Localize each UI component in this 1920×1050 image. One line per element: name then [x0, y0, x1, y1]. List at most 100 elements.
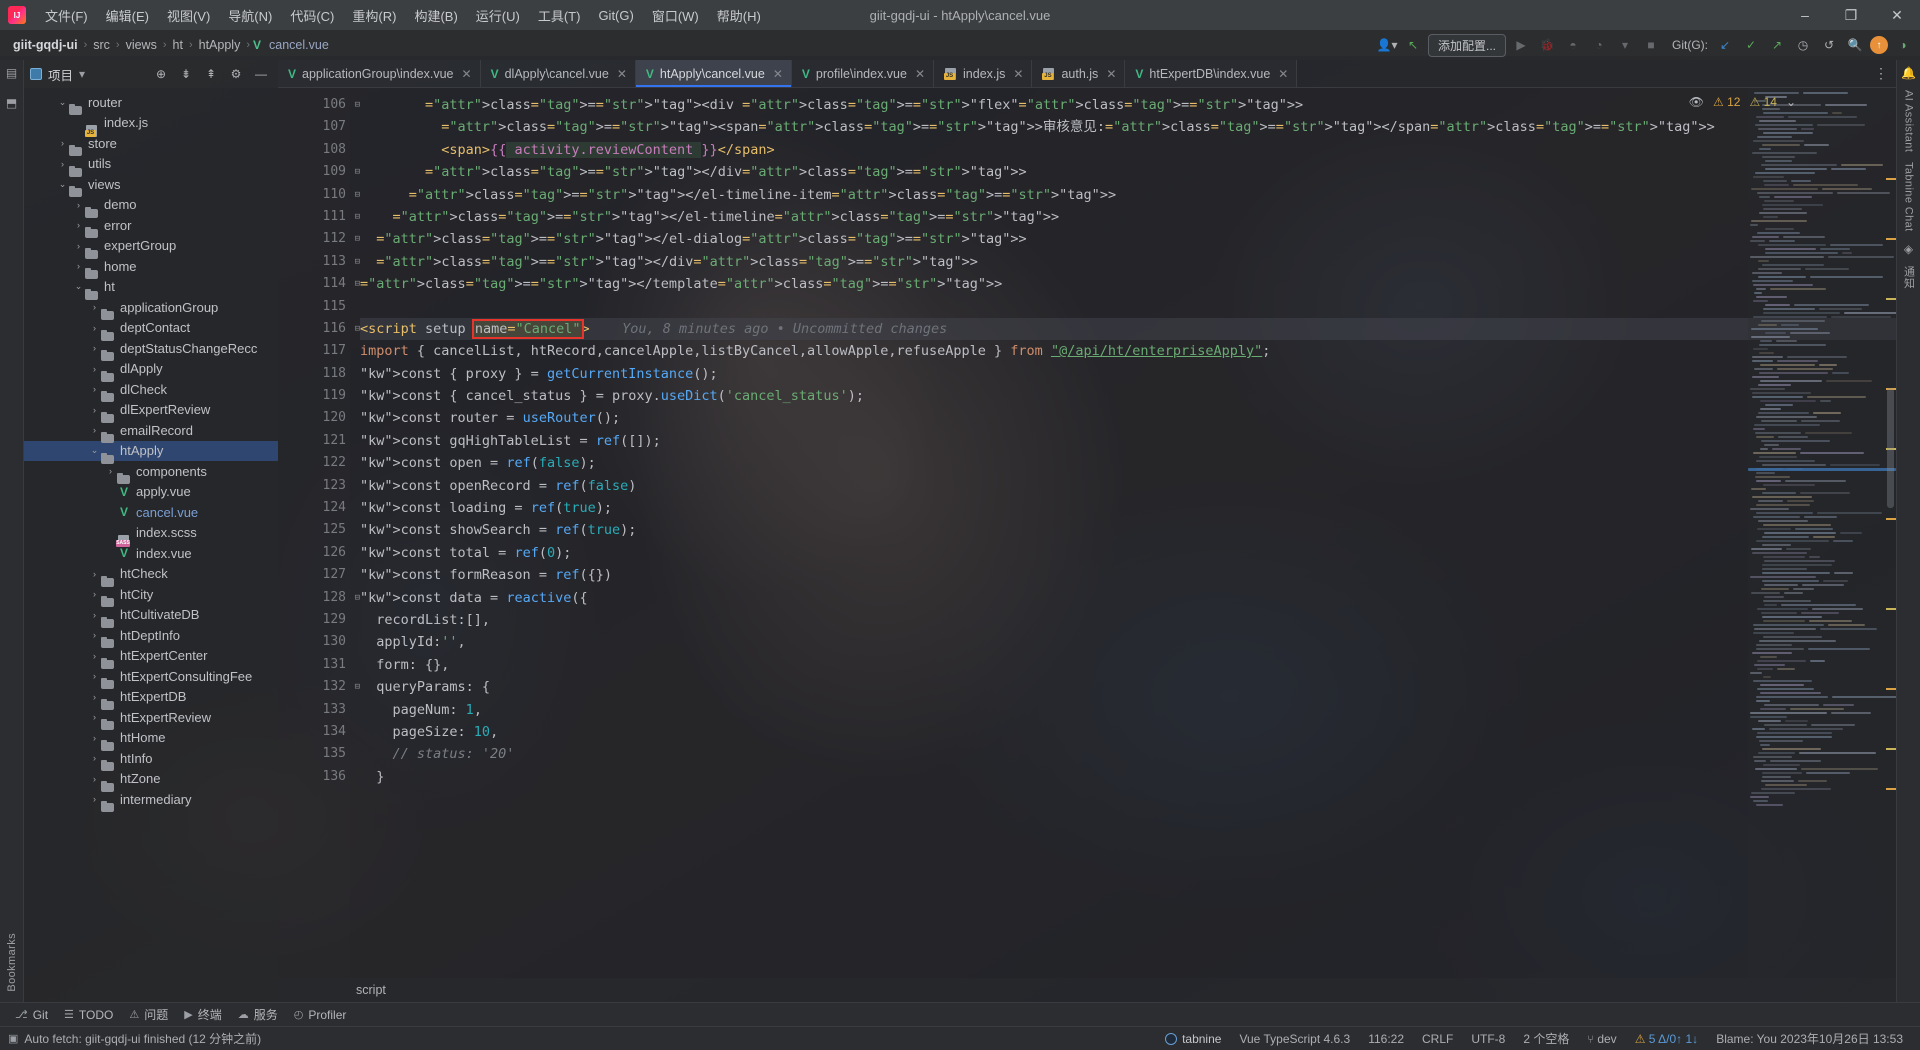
- tool-window-button-服务[interactable]: ☁ 服务: [231, 1004, 285, 1025]
- tree-node-applicationGroup[interactable]: › applicationGroup: [24, 297, 278, 321]
- chevron-right-icon[interactable]: ›: [88, 425, 101, 435]
- chevron-down-icon[interactable]: ⌄: [56, 97, 69, 108]
- tree-node-utils[interactable]: › utils: [24, 154, 278, 177]
- tree-node-htZone[interactable]: › htZone: [24, 769, 278, 792]
- tree-node-deptContact[interactable]: › deptContact: [24, 318, 278, 341]
- tree-node-htExpertDB[interactable]: › htExpertDB: [24, 687, 278, 710]
- chevron-right-icon[interactable]: ›: [88, 712, 101, 722]
- chevron-right-icon[interactable]: ›: [104, 466, 117, 476]
- chevron-down-icon[interactable]: ⌄: [56, 179, 69, 190]
- menu-item-1[interactable]: 编辑(E): [97, 2, 158, 29]
- tree-node-apply.vue[interactable]: Vapply.vue: [24, 482, 278, 503]
- chevron-right-icon[interactable]: ›: [88, 384, 101, 394]
- git-history-icon[interactable]: ◷: [1792, 34, 1814, 56]
- close-tab-icon[interactable]: ✕: [1106, 67, 1116, 81]
- chevron-right-icon[interactable]: ›: [56, 159, 69, 169]
- menu-item-7[interactable]: 运行(U): [467, 2, 529, 29]
- code-line-128[interactable]: "kw">const data = reactive({: [360, 587, 1896, 609]
- code-line-110[interactable]: ="attr">class="tag">=="str">"tag"></el-t…: [360, 184, 1896, 206]
- code-line-121[interactable]: "kw">const gqHighTableList = ref([]);: [360, 430, 1896, 452]
- notifications-tool-button[interactable]: 通知: [1901, 266, 1917, 289]
- code-line-120[interactable]: "kw">const router = useRouter();: [360, 407, 1896, 429]
- close-tab-icon[interactable]: ✕: [462, 67, 472, 81]
- run-button[interactable]: ▶: [1510, 34, 1532, 56]
- tool-window-button-Profiler[interactable]: ◴ Profiler: [287, 1006, 354, 1024]
- code-line-133[interactable]: pageNum: 1,: [360, 699, 1896, 721]
- menu-item-8[interactable]: 工具(T): [529, 2, 590, 29]
- reader-mode-icon[interactable]: 👁: [1689, 95, 1704, 109]
- tree-node-home[interactable]: › home: [24, 256, 278, 280]
- code-line-119[interactable]: "kw">const { cancel_status } = proxy.use…: [360, 385, 1896, 407]
- tree-node-index.scss[interactable]: index.scss: [24, 523, 278, 547]
- editor-tab-2[interactable]: VhtApply\cancel.vue ✕: [635, 60, 792, 87]
- close-tab-icon[interactable]: ✕: [617, 67, 627, 81]
- tree-node-components[interactable]: › components: [24, 461, 278, 485]
- close-tab-icon[interactable]: ✕: [1013, 67, 1023, 81]
- tabnine-chat-tool-button[interactable]: Tabnine Chat: [1903, 162, 1915, 232]
- tree-node-index.js[interactable]: index.js: [24, 113, 278, 137]
- problems-indicator[interactable]: ⚠ 5 Δ/0↑ 1↓: [1626, 1032, 1708, 1046]
- tree-node-router[interactable]: ⌄ router: [24, 92, 278, 116]
- editor-breadcrumb[interactable]: script: [278, 978, 1896, 1002]
- code-line-108[interactable]: <span>{{ activity.reviewContent }}</span…: [360, 139, 1896, 161]
- code-editor[interactable]: 106 ⊟ 107 108 109 ⊟ 110 ⊟ 111 ⊟ 112 ⊟ 113 ⊟ 114 ⊟ 115 116…: [278, 88, 1896, 978]
- settings-sync-icon[interactable]: ◑: [1892, 34, 1914, 56]
- tree-node-error[interactable]: › error: [24, 215, 278, 239]
- breadcrumb-item-3[interactable]: ht: [170, 36, 186, 54]
- commit-tool-icon[interactable]: ⬒: [6, 96, 17, 110]
- chevron-right-icon[interactable]: ›: [88, 323, 101, 333]
- framework-version[interactable]: Vue TypeScript 4.6.3: [1230, 1032, 1359, 1046]
- chevron-right-icon[interactable]: ›: [88, 753, 101, 763]
- code-line-127[interactable]: "kw">const formReason = ref({}): [360, 564, 1896, 586]
- code-line-118[interactable]: "kw">const { proxy } = getCurrentInstanc…: [360, 363, 1896, 385]
- tree-node-htHome[interactable]: › htHome: [24, 728, 278, 751]
- chevron-right-icon[interactable]: ›: [88, 610, 101, 620]
- chevron-right-icon[interactable]: ›: [72, 200, 85, 210]
- chevron-right-icon[interactable]: ›: [88, 364, 101, 374]
- chevron-down-icon[interactable]: ⌄: [88, 445, 101, 456]
- tab-options-icon[interactable]: ⋮: [1866, 60, 1896, 87]
- tree-node-htExpertConsultingFee[interactable]: › htExpertConsultingFee: [24, 666, 278, 690]
- tree-node-htCity[interactable]: › htCity: [24, 584, 278, 608]
- chevron-right-icon[interactable]: ›: [88, 343, 101, 353]
- chevron-right-icon[interactable]: ›: [88, 405, 101, 415]
- tree-node-dlCheck[interactable]: › dlCheck: [24, 379, 278, 403]
- stop-button[interactable]: ■: [1640, 34, 1662, 56]
- maven-icon[interactable]: ◈: [1904, 242, 1913, 256]
- debug-button[interactable]: 🐞: [1536, 34, 1558, 56]
- scroll-from-source-icon[interactable]: ⊕: [150, 63, 172, 85]
- bookmarks-tool-button[interactable]: Bookmarks: [6, 933, 18, 992]
- menu-item-0[interactable]: 文件(F): [36, 2, 97, 29]
- collapse-all-icon[interactable]: ⇞: [200, 63, 222, 85]
- warning-count[interactable]: ⚠ 12: [1713, 95, 1740, 109]
- tree-node-views[interactable]: ⌄ views: [24, 174, 278, 198]
- editor-tab-0[interactable]: VapplicationGroup\index.vue ✕: [278, 60, 481, 87]
- tool-window-button-问题[interactable]: ⚠ 问题: [122, 1004, 175, 1025]
- chevron-right-icon[interactable]: ›: [88, 733, 101, 743]
- tree-node-dlExpertReview[interactable]: › dlExpertReview: [24, 400, 278, 423]
- more-run-options-icon[interactable]: ▾: [1614, 34, 1636, 56]
- tree-node-htCheck[interactable]: › htCheck: [24, 564, 278, 587]
- file-encoding[interactable]: UTF-8: [1462, 1032, 1514, 1046]
- breadcrumb-item-4[interactable]: htApply: [196, 36, 244, 54]
- menu-item-9[interactable]: Git(G): [589, 4, 642, 27]
- tree-node-cancel.vue[interactable]: Vcancel.vue: [24, 502, 278, 523]
- profile-button[interactable]: ◔: [1588, 34, 1610, 56]
- tree-node-deptStatusChangeRecc[interactable]: › deptStatusChangeRecc: [24, 338, 278, 362]
- git-push-icon[interactable]: ↗: [1766, 34, 1788, 56]
- menu-item-5[interactable]: 重构(R): [343, 2, 405, 29]
- caret-position[interactable]: 116:22: [1359, 1032, 1413, 1046]
- menu-item-11[interactable]: 帮助(H): [708, 2, 770, 29]
- run-coverage-button[interactable]: ◓: [1562, 34, 1584, 56]
- code-line-109[interactable]: ="attr">class="tag">=="str">"tag"></div=…: [360, 161, 1896, 183]
- tool-window-button-Git[interactable]: ⎇ Git: [8, 1006, 55, 1024]
- minimize-button[interactable]: –: [1782, 0, 1828, 30]
- chevron-right-icon[interactable]: ›: [88, 651, 101, 661]
- code-line-123[interactable]: "kw">const openRecord = ref(false): [360, 475, 1896, 497]
- editor-tab-5[interactable]: auth.js ✕: [1032, 60, 1126, 87]
- breadcrumb-item-2[interactable]: views: [123, 36, 160, 54]
- line-separator[interactable]: CRLF: [1413, 1032, 1462, 1046]
- tree-node-intermediary[interactable]: › intermediary: [24, 789, 278, 813]
- ai-assistant-tool-button[interactable]: AI Assistant: [1903, 90, 1915, 152]
- tree-node-store[interactable]: › store: [24, 133, 278, 157]
